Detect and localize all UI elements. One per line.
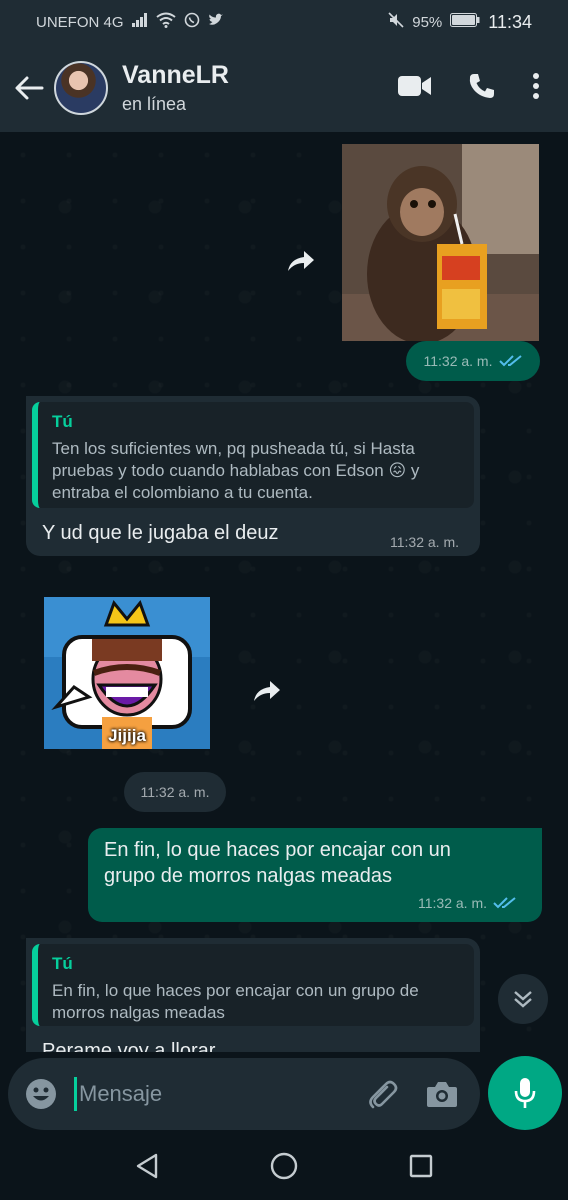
microphone-icon <box>514 1078 536 1108</box>
message-text: Perame voy a llorar <box>42 1040 216 1052</box>
incoming-message[interactable]: Tú En fin, lo que haces por encajar con … <box>26 938 480 1052</box>
nav-recents-button[interactable] <box>409 1154 433 1183</box>
message-time: 11:32 a. m. <box>140 784 210 800</box>
contact-status: en línea <box>122 94 187 114</box>
message-input-container[interactable] <box>74 1074 352 1114</box>
carrier-label: UNEFON 4G <box>36 13 124 31</box>
battery-icon <box>450 13 480 31</box>
whatsapp-notification-icon <box>184 12 200 32</box>
message-time: 11:32 a. m. <box>418 895 488 911</box>
wifi-icon <box>155 12 176 32</box>
quote-text: En fin, lo que haces por encajar con un … <box>52 981 419 1022</box>
video-call-button[interactable] <box>398 75 432 102</box>
arrow-left-icon <box>15 76 44 100</box>
message-time: 11:32 a. m. <box>423 353 493 369</box>
mute-icon <box>388 12 404 32</box>
avatar[interactable] <box>54 61 108 115</box>
phone-icon <box>469 73 494 98</box>
sticker-timestamp-pill: 11:32 a. m. <box>124 772 226 812</box>
square-recents-icon <box>409 1154 432 1177</box>
outgoing-message[interactable]: En fin, lo que haces por encajar con un … <box>88 828 542 922</box>
message-text: Y ud que le jugaba el deuz <box>42 522 279 544</box>
text-cursor <box>74 1077 77 1111</box>
forward-button[interactable] <box>278 238 324 284</box>
monkey-drinking-image <box>342 144 539 344</box>
forward-arrow-icon <box>254 681 280 701</box>
forward-arrow-icon <box>288 251 314 271</box>
chat-area[interactable]: 11:32 a. m. Tú Ten los suficientes wn, p… <box>0 132 568 1052</box>
quote-text: Ten los suficientes wn, pq pusheada tú, … <box>52 439 420 502</box>
scroll-to-bottom-button[interactable] <box>498 974 548 1024</box>
quoted-message[interactable]: Tú En fin, lo que haces por encajar con … <box>32 944 474 1026</box>
signal-icon <box>131 13 148 31</box>
status-bar: UNEFON 4G 95% 11:34 <box>0 0 568 44</box>
message-text: En fin, lo que haces por encajar con un … <box>104 839 451 887</box>
forward-button[interactable] <box>244 668 290 714</box>
video-camera-icon <box>398 75 431 96</box>
battery-percent: 95% <box>412 13 443 31</box>
message-time: 11:32 a. m. <box>390 534 460 550</box>
image-timestamp-pill: 11:32 a. m. <box>406 341 540 381</box>
quote-author: Tú <box>52 412 73 431</box>
sticker-caption: Jijija <box>108 726 146 745</box>
attach-button[interactable] <box>352 1077 412 1111</box>
quote-author: Tú <box>52 954 73 973</box>
voice-message-button[interactable] <box>488 1056 562 1130</box>
back-button[interactable] <box>4 44 54 132</box>
incoming-message[interactable]: Tú Ten los suficientes wn, pq pusheada t… <box>26 396 480 556</box>
nav-home-button[interactable] <box>270 1152 298 1185</box>
incoming-sticker-message[interactable]: Jijija <box>44 597 210 749</box>
camera-button[interactable] <box>412 1080 472 1108</box>
outgoing-image-message[interactable] <box>342 144 539 344</box>
input-pill <box>8 1058 480 1130</box>
double-chevron-down-icon <box>514 991 532 1008</box>
twitter-notification-icon <box>208 13 224 31</box>
message-input[interactable] <box>79 1081 279 1107</box>
emoji-icon <box>26 1079 56 1109</box>
emoji-button[interactable] <box>8 1078 74 1110</box>
double-check-read-icon <box>498 355 522 367</box>
paperclip-icon <box>369 1080 398 1109</box>
quoted-message[interactable]: Tú Ten los suficientes wn, pq pusheada t… <box>32 402 474 508</box>
chat-header: VanneLR en línea <box>0 44 568 132</box>
contact-name: VanneLR <box>122 61 229 89</box>
more-options-button[interactable] <box>532 72 540 105</box>
voice-call-button[interactable] <box>468 72 496 105</box>
nav-back-button[interactable] <box>135 1153 159 1184</box>
kebab-menu-icon <box>533 72 539 99</box>
message-composer <box>0 1052 568 1136</box>
double-check-read-icon <box>493 897 516 909</box>
circle-home-icon <box>270 1152 298 1179</box>
contact-info[interactable]: VanneLR en línea <box>122 61 398 115</box>
camera-icon <box>427 1082 457 1107</box>
status-clock: 11:34 <box>488 11 532 32</box>
triangle-back-icon <box>137 1153 158 1178</box>
system-navigation-bar <box>0 1136 568 1200</box>
